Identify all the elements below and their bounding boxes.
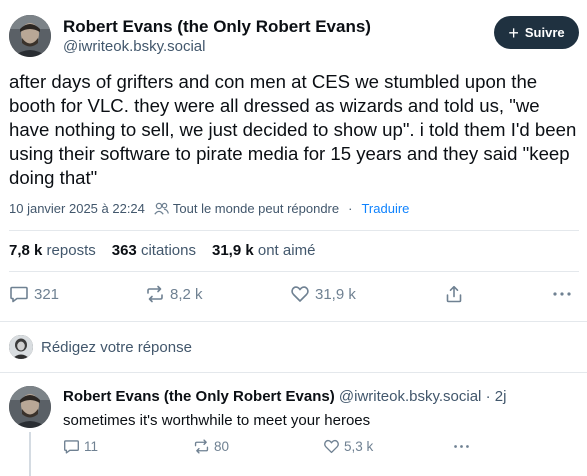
reply-like-button[interactable]: 5,3 k <box>323 438 373 455</box>
reply-icon <box>64 440 79 454</box>
reply-author-name[interactable]: Robert Evans (the Only Robert Evans) <box>63 388 335 405</box>
repost-icon <box>194 439 209 454</box>
author-name[interactable]: Robert Evans (the Only Robert Evans) <box>63 17 371 37</box>
divider <box>9 271 579 272</box>
heart-icon <box>324 439 339 454</box>
repost-count: 8,2 k <box>170 285 203 303</box>
user-avatar-image <box>9 335 33 359</box>
reply-text: sometimes it's worthwhile to meet your h… <box>63 412 371 429</box>
follow-label: Suivre <box>524 25 565 40</box>
divider <box>9 230 579 231</box>
like-button[interactable]: 31,9 k <box>290 284 356 304</box>
quotes-count: 363 <box>111 242 137 259</box>
likes-label: ont aimé <box>257 242 316 259</box>
plus-icon: + <box>508 22 519 43</box>
like-count: 31,9 k <box>315 285 356 303</box>
post-timestamp[interactable]: 10 janvier 2025 à 22:24 <box>9 201 145 216</box>
reply-actions: 11 80 5,3 k <box>63 438 483 458</box>
likes-count: 31,9 k <box>211 242 254 259</box>
reply-count: 321 <box>34 285 60 303</box>
reply-reply-count: 11 <box>84 439 99 454</box>
reply-avatar-image <box>9 386 51 428</box>
compose-reply[interactable]: Rédigez votre réponse <box>9 334 579 360</box>
translate-link[interactable]: Traduire <box>361 201 409 216</box>
more-icon <box>553 292 571 296</box>
reposts-count: 7,8 k <box>9 242 43 259</box>
user-avatar <box>9 335 33 359</box>
people-icon <box>154 202 169 215</box>
divider <box>0 372 587 373</box>
quotes-stat[interactable]: 363 citations <box>112 242 196 259</box>
reposts-stat[interactable]: 7,8 k reposts <box>9 242 96 259</box>
reply-author-handle[interactable]: @iwriteok.bsky.social <box>339 388 482 405</box>
likes-stat[interactable]: 31,9 k ont aimé <box>212 242 315 259</box>
avatar-image <box>9 15 51 57</box>
reply-like-count: 5,3 k <box>344 439 374 454</box>
meta-separator: · <box>348 201 353 216</box>
engagement-stats: 7,8 k reposts 363 citations 31,9 k ont a… <box>9 242 331 259</box>
post-text: after days of grifters and con men at CE… <box>9 71 577 188</box>
post-meta: 10 janvier 2025 à 22:24 Tout le monde pe… <box>9 201 409 216</box>
reply-time[interactable]: 2j <box>495 388 507 405</box>
author-avatar[interactable] <box>9 15 51 57</box>
quotes-label: citations <box>140 242 196 259</box>
reply-repost-button[interactable]: 80 <box>193 438 229 455</box>
repost-button[interactable]: 8,2 k <box>145 284 203 304</box>
divider <box>0 321 587 322</box>
reply-post[interactable]: Robert Evans (the Only Robert Evans) @iw… <box>9 386 579 476</box>
follow-button[interactable]: + Suivre <box>494 16 579 49</box>
reply-header: Robert Evans (the Only Robert Evans) @iw… <box>63 388 506 405</box>
post-actions: 321 8,2 k 31,9 k <box>9 284 574 308</box>
reposts-label: reposts <box>46 242 96 259</box>
more-options-button[interactable] <box>552 284 572 304</box>
reply-button[interactable]: 321 <box>9 284 59 304</box>
post-header: Robert Evans (the Only Robert Evans) @iw… <box>9 15 579 61</box>
author-handle[interactable]: @iwriteok.bsky.social <box>63 38 206 55</box>
reply-icon <box>10 286 28 303</box>
repost-icon <box>147 285 163 303</box>
reply-more-button[interactable] <box>453 438 470 455</box>
reply-separator: · <box>485 388 491 405</box>
reply-reply-button[interactable]: 11 <box>63 438 98 455</box>
heart-icon <box>291 286 309 302</box>
more-icon <box>454 445 469 448</box>
compose-placeholder: Rédigez votre réponse <box>41 338 192 356</box>
reply-repost-count: 80 <box>214 439 230 454</box>
reply-permission[interactable]: Tout le monde peut répondre <box>173 201 339 216</box>
share-button[interactable] <box>444 284 464 304</box>
share-icon <box>446 285 462 303</box>
thread-line <box>29 432 31 476</box>
reply-author-avatar[interactable] <box>9 386 51 428</box>
